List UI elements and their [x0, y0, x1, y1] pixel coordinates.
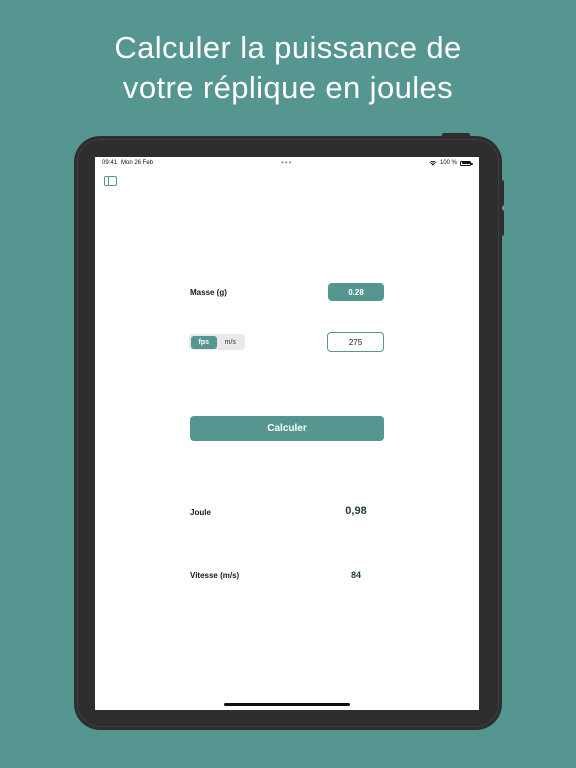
- joule-value: 0,98: [345, 505, 367, 517]
- unit-segmented-control[interactable]: fps m/s: [189, 334, 245, 350]
- status-right: 100 %: [429, 160, 473, 166]
- battery-icon: [460, 160, 473, 166]
- headline: Calculer la puissance de votre réplique …: [0, 28, 576, 108]
- joule-label: Joule: [190, 508, 211, 517]
- mass-label: Masse (g): [190, 288, 227, 297]
- status-time: 09:41: [102, 160, 118, 166]
- headline-line-2: votre réplique en joules: [122, 70, 454, 105]
- unit-option-ms[interactable]: m/s: [217, 336, 244, 349]
- unit-option-fps[interactable]: fps: [190, 335, 217, 349]
- multitasking-dots-icon[interactable]: •••: [281, 158, 292, 167]
- speed-result-value: 84: [350, 570, 361, 580]
- speed-result-label: Vitesse (m/s): [190, 571, 240, 580]
- sidebar-icon[interactable]: [104, 176, 117, 186]
- headline-line-1: Calculer la puissance de: [114, 30, 462, 65]
- battery-percent: 100 %: [439, 160, 457, 166]
- status-date: Mon 26 Feb: [121, 160, 154, 166]
- mass-field[interactable]: 0.28: [328, 283, 384, 301]
- calculate-button[interactable]: Calculer: [190, 416, 384, 441]
- speed-field[interactable]: 275: [327, 332, 384, 352]
- home-indicator: [224, 703, 350, 706]
- wifi-icon: [429, 160, 437, 166]
- app-screen: 09:41 Mon 26 Feb ••• 100 % Masse (g) 0.2…: [95, 157, 479, 710]
